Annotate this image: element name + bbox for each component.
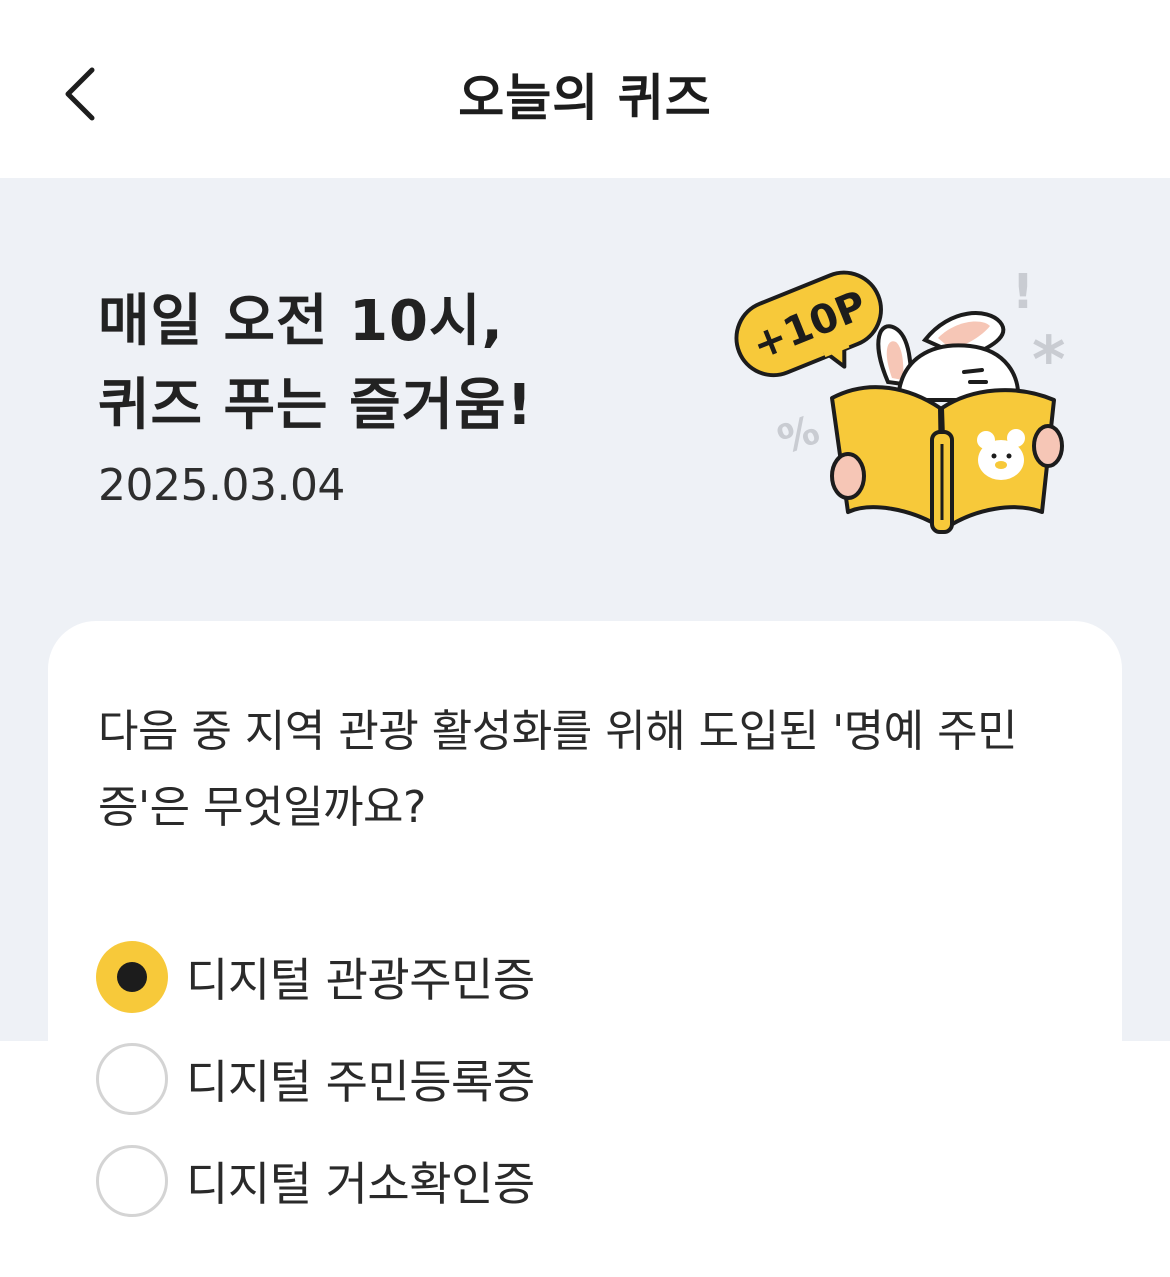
quiz-question: 다음 중 지역 관광 활성화를 위해 도입된 '명예 주민증'은 무엇일까요? [98, 706, 1018, 833]
bunny-reading-illustration: ! * % +10P [734, 264, 1065, 534]
answer-option-1[interactable]: 디지털 관광주민증 [96, 926, 535, 1028]
hero-title: 매일 오전 10시, 퀴즈 푸는 즐거움! [98, 280, 533, 448]
quiz-page: 오늘의 퀴즈 매일 오전 10시, 퀴즈 푸는 즐거움! 2025.03.04 … [0, 0, 1170, 1277]
exclaim-mark: ! [1012, 264, 1034, 320]
answer-option-3[interactable]: 디지털 거소확인증 [96, 1130, 535, 1232]
answer-option-label: 디지털 주민등록증 [186, 1055, 535, 1109]
radio-unselected-icon[interactable] [96, 1043, 168, 1115]
answer-option-2[interactable]: 디지털 주민등록증 [96, 1028, 535, 1130]
page-title: 오늘의 퀴즈 [458, 69, 712, 127]
answer-option-label: 디지털 거소확인증 [186, 1157, 535, 1211]
hero-title-line2: 퀴즈 푸는 즐거움! [98, 373, 534, 438]
radio-dot [117, 962, 147, 992]
hero-title-line1: 매일 오전 10시, [98, 289, 504, 354]
quiz-date: 2025.03.04 [98, 460, 345, 511]
answer-option-label: 디지털 관광주민증 [186, 953, 535, 1007]
app-header: 오늘의 퀴즈 [0, 0, 1170, 178]
answer-options: 디지털 관광주민증 디지털 주민등록증 디지털 거소확인증 [96, 926, 535, 1232]
percent-mark: % [772, 407, 825, 464]
asterisk-mark: * [1032, 324, 1065, 398]
points-badge: +10P [734, 270, 883, 378]
radio-selected-icon[interactable] [96, 941, 168, 1013]
radio-unselected-icon[interactable] [96, 1145, 168, 1217]
